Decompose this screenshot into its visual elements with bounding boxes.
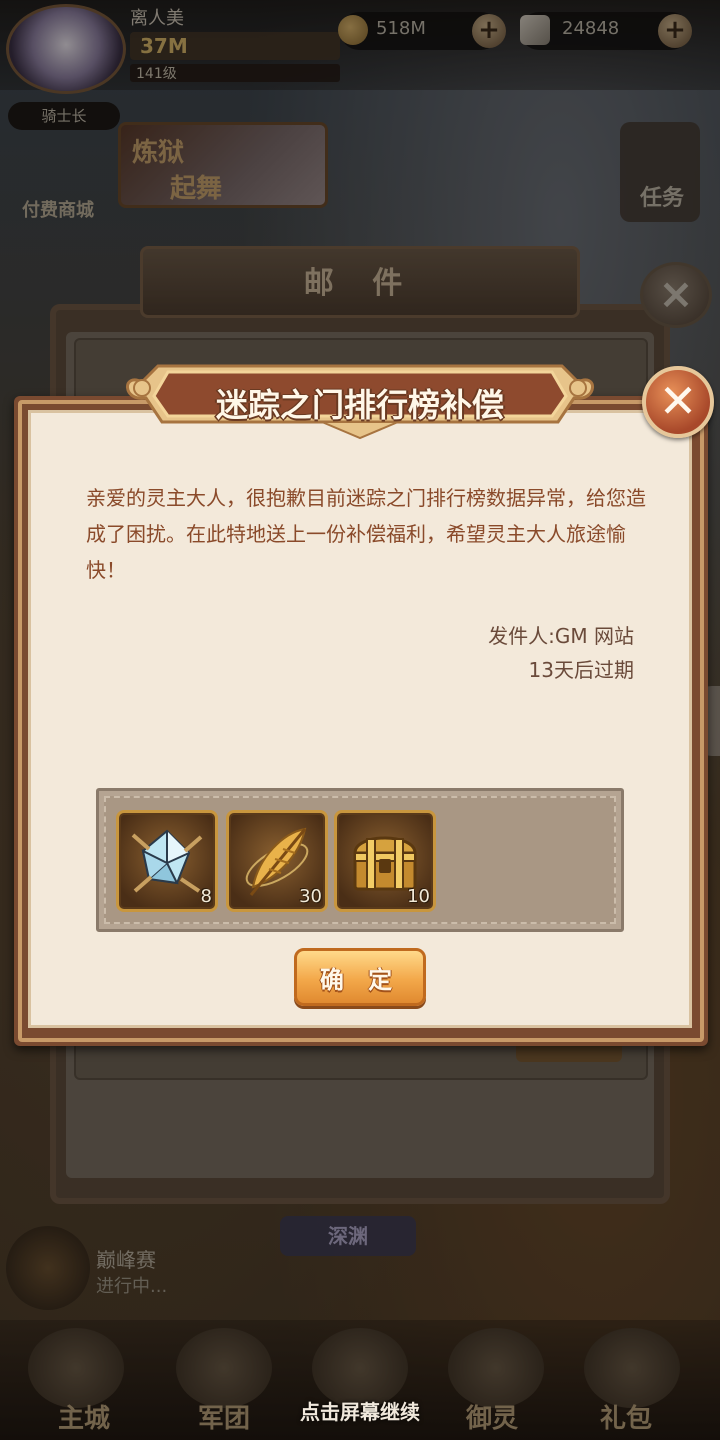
mail-body-text: 亲爱的灵主大人，很抱歉目前迷踪之门排行榜数据异常，给您造成了困扰。在此特地送上一… xyxy=(86,486,646,582)
mail-sender: 发件人:GM 网站 xyxy=(488,624,634,648)
confirm-button-label[interactable]: 确 定 xyxy=(294,960,426,995)
tap-to-continue-hint[interactable]: 点击屏幕继续 xyxy=(0,1396,720,1425)
reward-count-feather: 30 xyxy=(299,886,322,907)
reward-count-chest: 10 xyxy=(407,886,430,907)
mail-expiry: 13天后过期 xyxy=(528,658,634,682)
close-icon[interactable]: ✕ xyxy=(642,366,714,438)
reward-count-crystal: 8 xyxy=(200,886,212,907)
popup-title: 迷踪之门排行榜补偿 xyxy=(215,386,504,424)
